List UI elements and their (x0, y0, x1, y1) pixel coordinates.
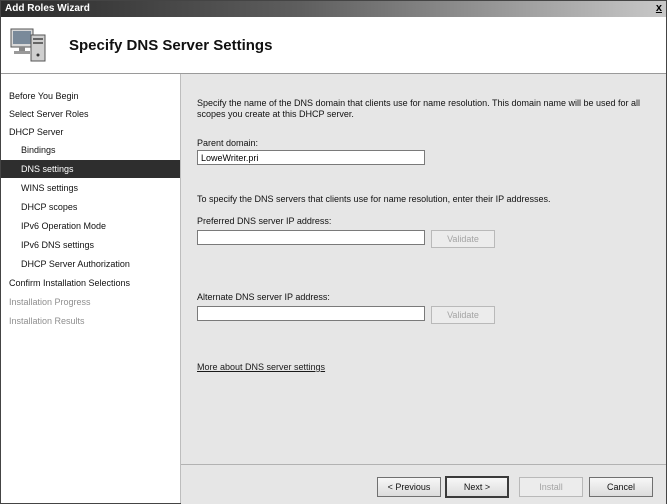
more-about-dns-link[interactable]: More about DNS server settings (197, 362, 325, 372)
install-button[interactable]: Install (519, 477, 583, 497)
nav-dhcp-scopes[interactable]: DHCP scopes (1, 198, 180, 216)
validate-alternate-button[interactable]: Validate (431, 306, 495, 324)
nav-dhcp-server[interactable]: DHCP Server (1, 123, 180, 141)
server-computer-icon (10, 28, 46, 62)
validate-preferred-button[interactable]: Validate (431, 230, 495, 248)
nav-ipv6-operation-mode[interactable]: IPv6 Operation Mode (1, 217, 180, 235)
nav-ipv6-dns-settings[interactable]: IPv6 DNS settings (1, 236, 180, 254)
parent-domain-input[interactable] (197, 150, 425, 165)
nav-dns-settings[interactable]: DNS settings (1, 160, 180, 178)
window-title: Add Roles Wizard (5, 3, 90, 14)
domain-description: Specify the name of the DNS domain that … (197, 98, 641, 119)
dns-instruction-text: To specify the DNS servers that clients … (197, 194, 551, 204)
previous-button[interactable]: < Previous (377, 477, 441, 497)
nav-installation-results: Installation Results (9, 316, 85, 326)
alternate-dns-label: Alternate DNS server IP address: (197, 292, 330, 302)
wizard-header: Specify DNS Server Settings (1, 17, 666, 74)
settings-panel: Specify the name of the DNS domain that … (181, 74, 666, 464)
title-bar: Add Roles Wizard x (1, 1, 666, 17)
preferred-dns-label: Preferred DNS server IP address: (197, 216, 332, 226)
close-button[interactable]: x (656, 2, 662, 14)
nav-confirm-installation-selections[interactable]: Confirm Installation Selections (1, 274, 180, 292)
wizard-footer: < Previous Next > Install Cancel (181, 464, 666, 504)
alternate-dns-input[interactable] (197, 306, 425, 321)
add-roles-wizard-window: Add Roles Wizard x Specify DNS Server Se… (0, 0, 667, 504)
nav-dhcp-server-authorization[interactable]: DHCP Server Authorization (1, 255, 180, 273)
nav-before-you-begin[interactable]: Before You Begin (1, 87, 180, 105)
wizard-steps-nav: Before You Begin Select Server Roles DHC… (1, 74, 181, 503)
parent-domain-label: Parent domain: (197, 138, 259, 148)
nav-select-server-roles[interactable]: Select Server Roles (1, 105, 180, 123)
page-heading: Specify DNS Server Settings (69, 37, 273, 54)
next-button[interactable]: Next > (445, 476, 509, 498)
nav-bindings[interactable]: Bindings (1, 141, 180, 159)
nav-wins-settings[interactable]: WINS settings (1, 179, 180, 197)
nav-installation-progress: Installation Progress (9, 297, 91, 307)
preferred-dns-input[interactable] (197, 230, 425, 245)
cancel-button[interactable]: Cancel (589, 477, 653, 497)
